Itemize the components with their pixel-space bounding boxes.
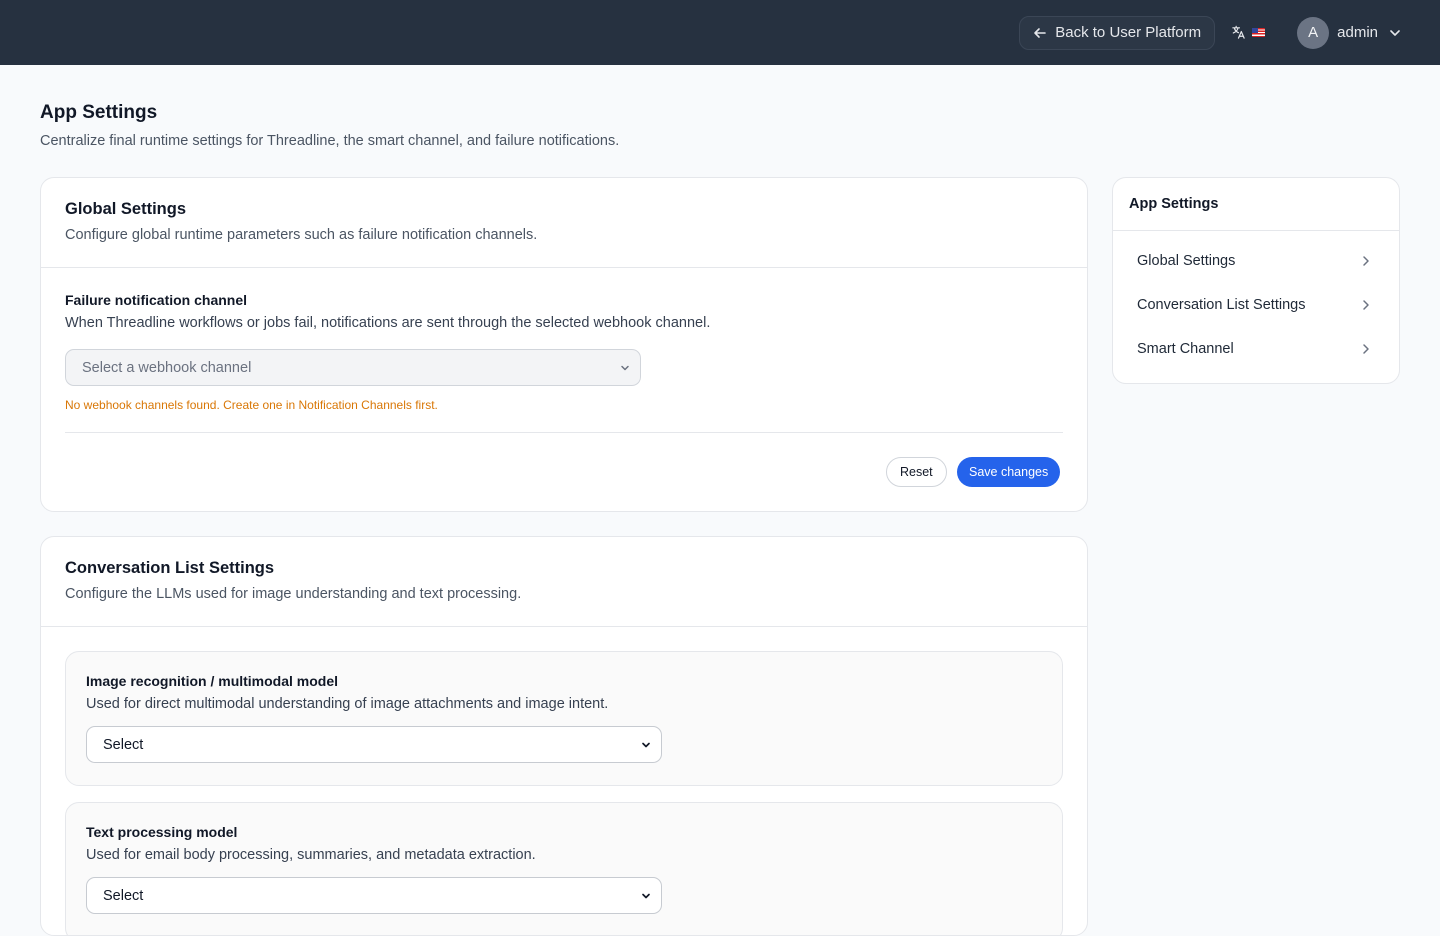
sidebar-item-smart-channel[interactable]: Smart Channel xyxy=(1113,327,1399,371)
image-model-desc: Used for direct multimodal understanding… xyxy=(86,696,609,712)
page-subtitle: Centralize final runtime settings for Th… xyxy=(40,133,620,149)
chevron-down-icon xyxy=(1390,29,1400,36)
failure-notification-desc: When Threadline workflows or jobs fail, … xyxy=(65,315,711,331)
arrow-left-icon xyxy=(1034,27,1047,38)
back-to-user-platform-button[interactable]: Back to User Platform xyxy=(1019,15,1216,50)
chevron-right-icon xyxy=(1363,256,1369,266)
top-bar: Back to User Platform A admin xyxy=(0,0,1440,65)
page-title: App Settings xyxy=(40,102,158,123)
settings-sidebar: App Settings Global Settings Conversatio… xyxy=(1112,177,1400,384)
image-model-label: Image recognition / multimodal model xyxy=(86,673,339,689)
text-model-label: Text processing model xyxy=(86,824,238,840)
conversation-settings-header: Conversation List Settings Configure the… xyxy=(41,537,1087,627)
translate-icon xyxy=(1232,25,1245,39)
username: admin xyxy=(1337,24,1378,41)
failure-notification-field: Failure notification channel When Thread… xyxy=(65,292,1065,412)
sidebar-title: App Settings xyxy=(1113,178,1399,231)
conversation-settings-subtitle: Configure the LLMs used for image unders… xyxy=(65,586,522,602)
text-model-select[interactable]: Select xyxy=(86,877,662,914)
failure-notification-label: Failure notification channel xyxy=(65,292,248,308)
language-switcher[interactable] xyxy=(1231,25,1266,40)
sidebar-item-label: Global Settings xyxy=(1137,253,1236,269)
us-flag-icon xyxy=(1252,28,1266,37)
global-settings-card: Global Settings Configure global runtime… xyxy=(40,177,1088,512)
global-settings-subtitle: Configure global runtime parameters such… xyxy=(65,227,538,243)
chevron-down-icon xyxy=(621,365,629,371)
save-changes-button[interactable]: Save changes xyxy=(957,457,1061,487)
webhook-channel-select[interactable]: Select a webhook channel xyxy=(65,349,641,386)
image-model-section: Image recognition / multimodal model Use… xyxy=(65,651,1063,786)
image-model-select[interactable]: Select xyxy=(86,726,662,763)
image-model-select-value: Select xyxy=(103,736,144,753)
chevron-down-icon xyxy=(642,742,650,748)
back-button-label: Back to User Platform xyxy=(1055,24,1202,41)
chevron-down-icon xyxy=(642,893,650,899)
sidebar-nav: Global Settings Conversation List Settin… xyxy=(1113,231,1399,383)
reset-button[interactable]: Reset xyxy=(886,457,947,487)
chevron-right-icon xyxy=(1363,344,1369,354)
text-model-section: Text processing model Used for email bod… xyxy=(65,802,1063,935)
user-menu[interactable]: A admin xyxy=(1297,16,1402,49)
text-model-select-value: Select xyxy=(103,887,144,904)
conversation-list-settings-card: Conversation List Settings Configure the… xyxy=(40,536,1088,936)
webhook-select-placeholder: Select a webhook channel xyxy=(82,359,252,376)
sidebar-item-conversation-list-settings[interactable]: Conversation List Settings xyxy=(1113,283,1399,327)
sidebar-item-global-settings[interactable]: Global Settings xyxy=(1113,239,1399,283)
page-header: App Settings Centralize final runtime se… xyxy=(40,102,619,149)
conversation-settings-title: Conversation List Settings xyxy=(65,559,275,577)
sidebar-item-label: Conversation List Settings xyxy=(1137,297,1306,313)
no-webhook-warning: No webhook channels found. Create one in… xyxy=(65,398,438,412)
chevron-right-icon xyxy=(1363,300,1369,310)
sidebar-item-label: Smart Channel xyxy=(1137,341,1234,357)
global-settings-title: Global Settings xyxy=(65,200,187,218)
avatar: A xyxy=(1297,16,1330,49)
text-model-desc: Used for email body processing, summarie… xyxy=(86,847,536,863)
global-settings-header: Global Settings Configure global runtime… xyxy=(41,178,1087,268)
actions-divider xyxy=(65,432,1063,433)
